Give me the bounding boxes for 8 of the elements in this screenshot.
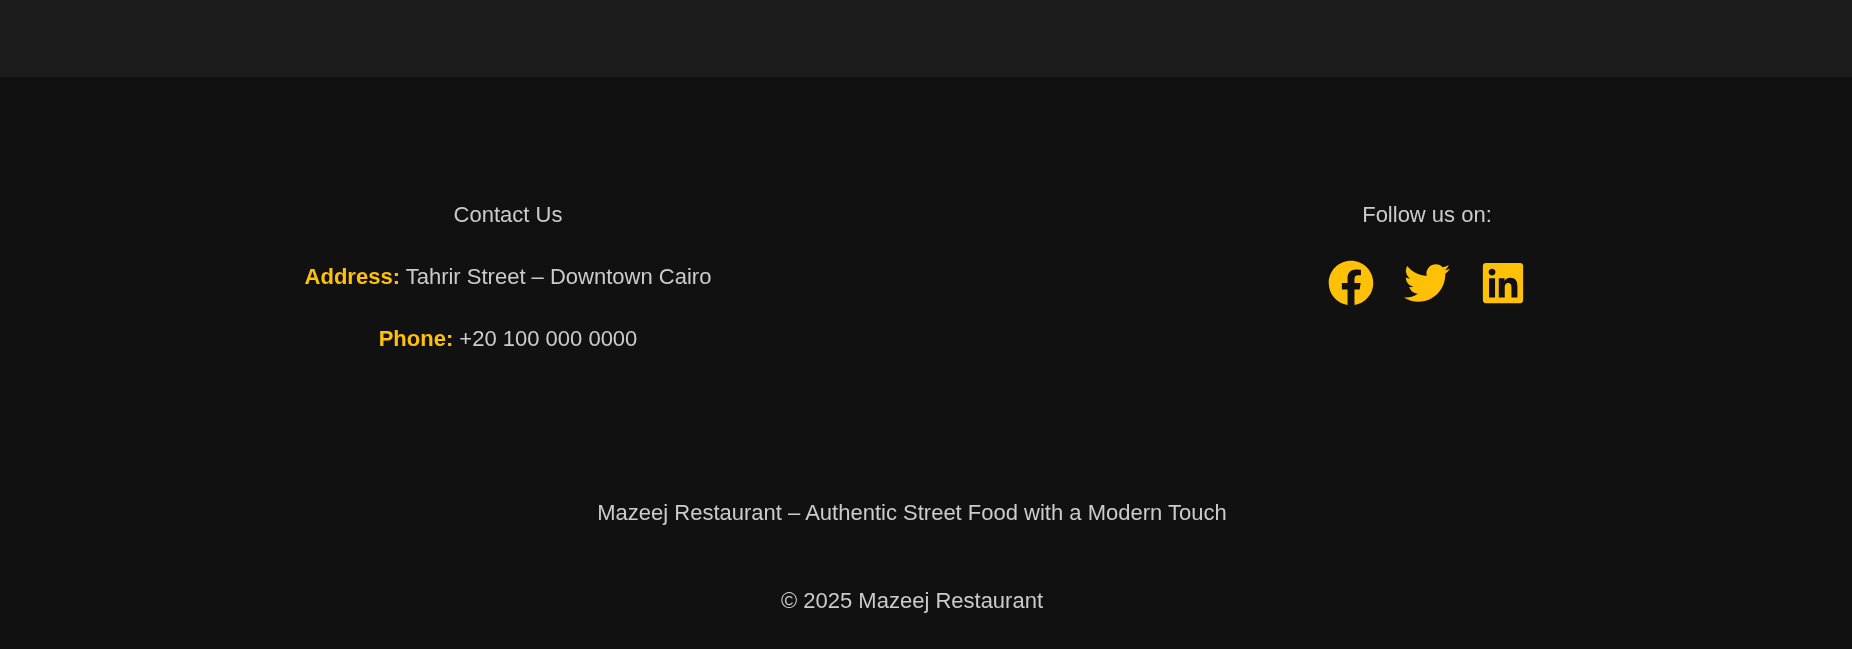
- tagline: Mazeej Restaurant – Authentic Street Food with a Modern Touch: [597, 500, 1227, 526]
- contact-heading: Contact Us: [453, 202, 563, 228]
- linkedin-icon[interactable]: [1480, 260, 1526, 306]
- contact-line: Address: Tahrir Street – Downtown Cairo: [304, 264, 712, 290]
- copyright: © 2025 Mazeej Restaurant: [781, 588, 1043, 614]
- contact-line: Phone: +20 100 000 0000: [378, 326, 638, 352]
- follow-heading: Follow us on:: [1362, 202, 1492, 228]
- facebook-icon[interactable]: [1328, 260, 1374, 306]
